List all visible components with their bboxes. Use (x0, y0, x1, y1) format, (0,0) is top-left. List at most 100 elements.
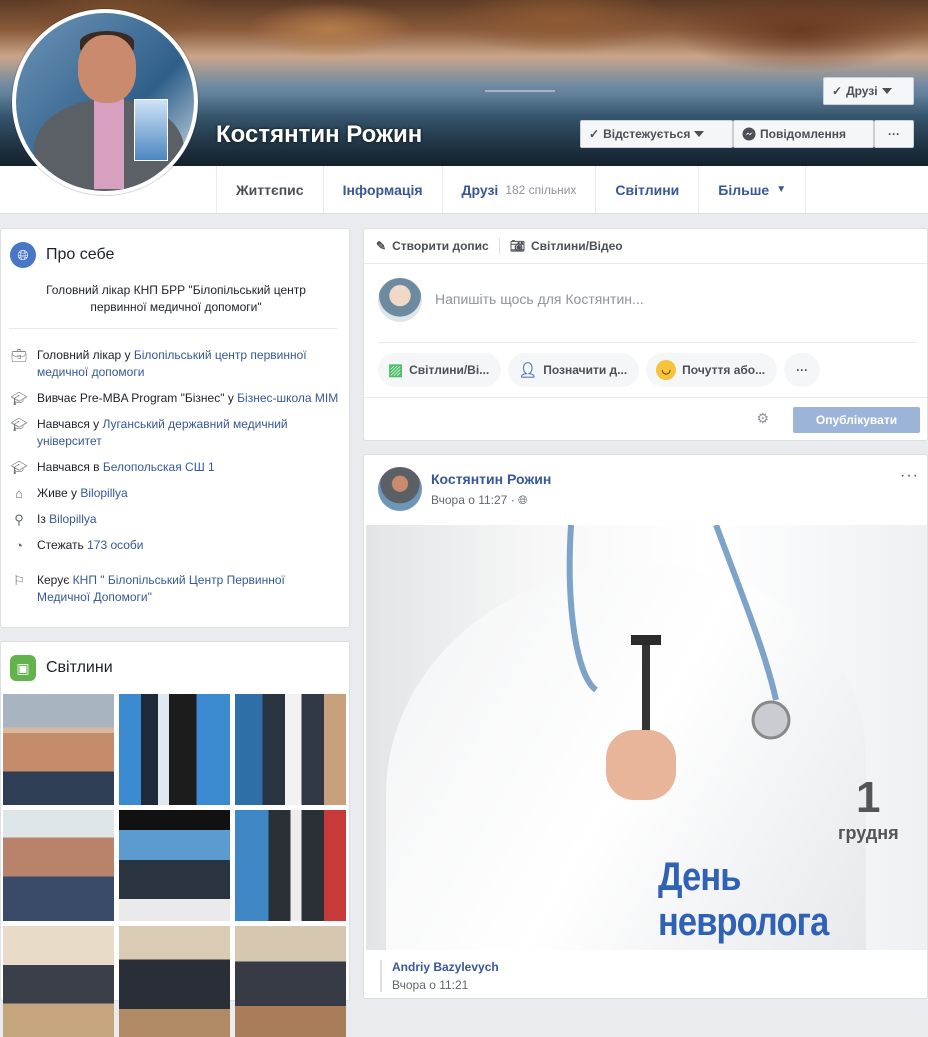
about-item-lives: ⌂ Живе у Bilopillya (9, 485, 339, 502)
message-button[interactable]: Повідомлення (733, 120, 874, 148)
about-item-link[interactable]: 173 особи (87, 538, 143, 552)
feeling-chip[interactable]: ◡ Почуття або... (646, 353, 778, 387)
image-day-number: 1 (856, 773, 881, 822)
about-item-link[interactable]: Белопольская СШ 1 (103, 460, 215, 474)
about-item-university: 🎓︎ Навчався у Луганський державний медичн… (9, 416, 339, 450)
chip-label: Почуття або... (682, 363, 766, 377)
photo-thumbnail[interactable] (235, 810, 346, 921)
globe-icon: 🌐︎ (10, 242, 36, 268)
friends-button-label: Друзі (846, 84, 878, 98)
tab-timeline[interactable]: Життєпис (217, 166, 324, 213)
cover-reflection (485, 90, 555, 92)
avatar-shirt (94, 99, 124, 189)
create-post-tab[interactable]: ✎ Створити допис (376, 239, 489, 253)
about-item-text: Із (37, 512, 50, 526)
friends-button[interactable]: ✓ Друзі (823, 77, 914, 105)
graduation-cap-icon: 🎓︎ (10, 417, 28, 432)
about-item-text: Головний лікар у (37, 348, 134, 362)
about-card: 🌐︎ Про себе Головний лікар КНП БРР "Біло… (0, 228, 350, 628)
composer-footer: ⚙︎ Опублікувати (364, 397, 927, 441)
chip-label: Світлини/Ві... (409, 363, 490, 377)
photos-title: Світлини (46, 659, 113, 676)
caret-down-icon: ▼ (776, 184, 787, 195)
composer-header: ✎ Створити допис 📷︎ Світлини/Відео (364, 229, 927, 264)
post-author-name[interactable]: Костянтин Рожин (431, 471, 551, 487)
image-hand (606, 730, 676, 800)
tag-friends-icon: 👤︎ (518, 362, 538, 379)
location-pin-icon: ⚲ (14, 512, 24, 527)
about-bio: Головний лікар КНП БРР "Білопільський це… (46, 283, 306, 314)
globe-icon: 🌐︎ (518, 493, 528, 507)
about-item-text: Стежать (37, 538, 88, 552)
mutual-friends-count: 182 спільних (505, 182, 577, 197)
home-icon: ⌂ (15, 486, 23, 501)
about-item-link[interactable]: Bilopillya (80, 486, 127, 500)
photo-video-chip[interactable]: ▨ Світлини/Ві... (378, 353, 502, 387)
about-item-link[interactable]: КНП " Білопільський Центр Первинної Меди… (37, 573, 285, 604)
profile-avatar[interactable] (12, 9, 198, 195)
post-author-avatar[interactable] (378, 467, 422, 511)
flag-icon: ⚐ (13, 573, 25, 588)
tab-label: Більше (718, 181, 770, 198)
follow-button[interactable]: ✓ Відстежується (580, 120, 733, 148)
about-heading: 🌐︎ Про себе (10, 242, 114, 268)
tab-about[interactable]: Інформація (324, 166, 443, 213)
about-item-followers: ◔ Стежать 173 особи (9, 537, 339, 554)
photo-thumbnail[interactable] (119, 926, 230, 1037)
photo-icon: ▨ (388, 362, 404, 379)
tab-more[interactable]: Більше ▼ (699, 166, 807, 213)
chevron-down-icon (694, 131, 705, 137)
chip-label: Позначити д... (543, 363, 628, 377)
photo-video-tab[interactable]: 📷︎ Світлини/Відео (510, 239, 623, 253)
about-item-link[interactable]: Bilopillya (49, 512, 96, 526)
photo-thumbnail[interactable] (235, 694, 346, 805)
rss-icon: ◔ (15, 538, 23, 553)
tab-label: Світлини (615, 181, 680, 198)
tab-label: Інформація (342, 181, 423, 198)
composer-chips: ▨ Світлини/Ві... 👤︎ Позначити д... ◡ Почутт… (378, 353, 821, 387)
about-item-text: Керує (37, 573, 73, 587)
avatar-face (78, 35, 136, 103)
profile-tabs: Життєпис Інформація Друзі 182 спільних Св… (216, 166, 807, 213)
more-chip[interactable]: ··· (784, 353, 821, 387)
about-item-text: Навчався у (37, 417, 103, 431)
chevron-down-icon (881, 88, 892, 94)
photos-heading[interactable]: ▣ Світлини (10, 655, 113, 681)
more-options-button[interactable]: ··· (874, 120, 914, 148)
profile-name[interactable]: Костянтин Рожин (216, 121, 422, 149)
divider (378, 342, 917, 343)
photo-thumbnail[interactable] (3, 926, 114, 1037)
shared-author-name[interactable]: Andriy Bazylevych (392, 960, 499, 974)
photo-thumbnail[interactable] (3, 694, 114, 805)
composer-avatar (378, 278, 422, 322)
tab-photos[interactable]: Світлини (596, 166, 700, 213)
shared-timestamp[interactable]: Вчора о 11:21 (392, 978, 499, 992)
photo-video-label: Світлини/Відео (530, 239, 623, 253)
photo-thumbnail[interactable] (119, 694, 230, 805)
publish-button[interactable]: Опублікувати (793, 407, 920, 433)
messenger-icon (742, 127, 756, 141)
about-item-link[interactable]: Бізнес-школа MIM (237, 391, 338, 405)
photos-card: ▣ Світлини (0, 641, 350, 1037)
tag-friends-chip[interactable]: 👤︎ Позначити д... (508, 353, 640, 387)
gear-icon[interactable]: ⚙︎ (756, 410, 769, 427)
profile-avatar-image (16, 13, 194, 191)
tab-friends[interactable]: Друзі 182 спільних (443, 166, 597, 213)
post-image[interactable]: 1 грудня День невролога (366, 525, 927, 950)
post-menu-button[interactable]: ··· (900, 467, 919, 485)
composer-input[interactable]: Напишіть щось для Костянтин... (435, 291, 644, 307)
photo-thumbnail[interactable] (119, 810, 230, 921)
shared-post-attribution: Andriy Bazylevych Вчора о 11:21 (380, 960, 499, 992)
post-timestamp[interactable]: Вчора о 11:27 · 🌐︎ (431, 493, 528, 508)
graduation-cap-icon: 🎓︎ (10, 391, 28, 406)
graduation-cap-icon: 🎓︎ (10, 460, 28, 475)
photos-icon: ▣ (10, 655, 36, 681)
about-item-text: Вивчає Pre-MBA Program "Бізнес" у (37, 391, 238, 405)
briefcase-icon: 💼︎ (10, 348, 28, 363)
tab-label: Друзі (461, 181, 499, 198)
photo-thumbnail[interactable] (3, 810, 114, 921)
divider (498, 238, 500, 254)
about-item-work: 💼︎ Головний лікар у Білопільський центр п… (9, 347, 339, 381)
photo-thumbnail[interactable] (235, 926, 346, 1037)
post-time-text: Вчора о 11:27 · (431, 493, 515, 507)
